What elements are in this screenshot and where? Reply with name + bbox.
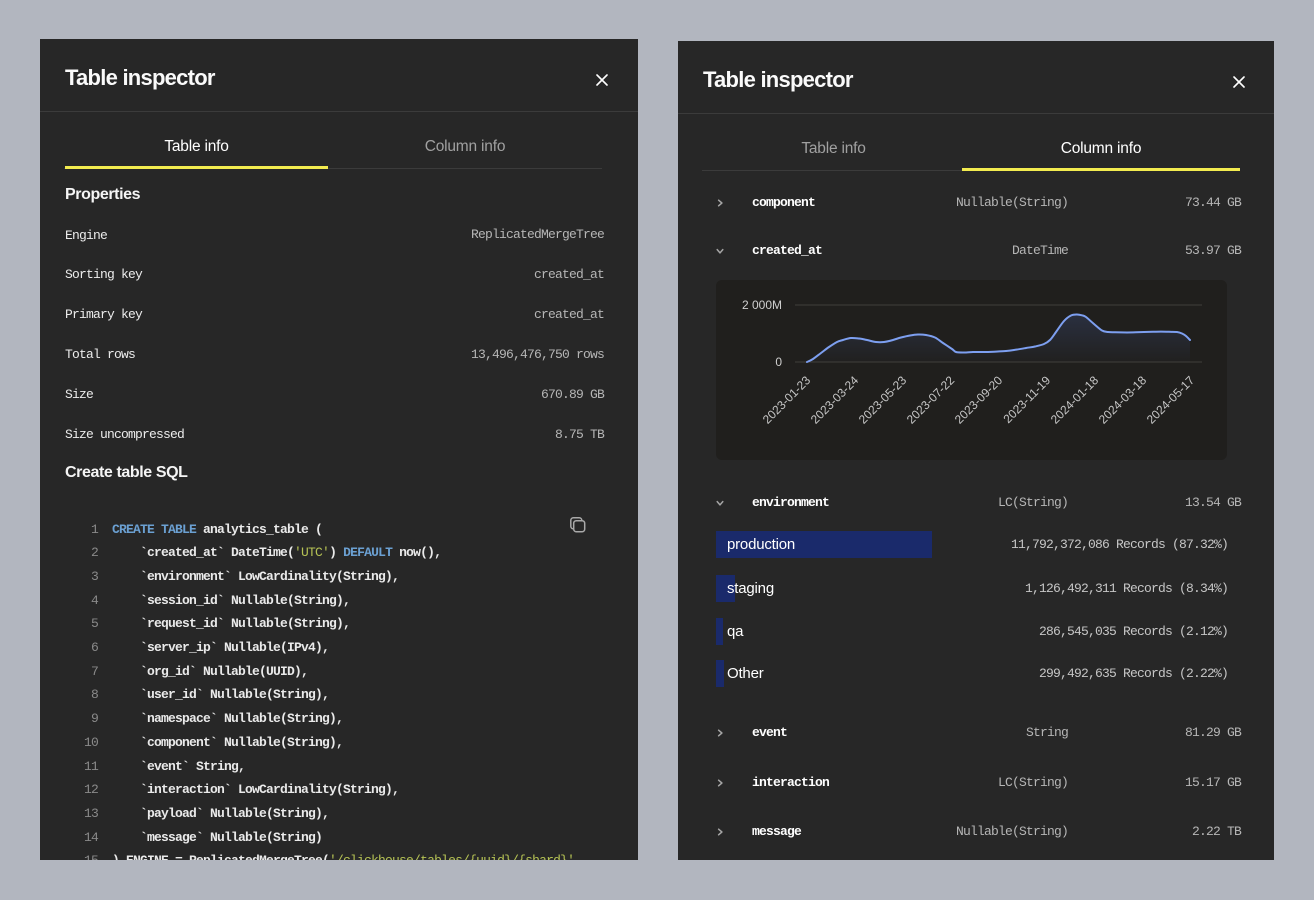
svg-text:2023-11-19: 2023-11-19 [1001, 373, 1054, 426]
svg-text:0: 0 [775, 355, 782, 369]
svg-text:2023-07-22: 2023-07-22 [904, 373, 958, 427]
svg-text:2024-01-18: 2024-01-18 [1048, 373, 1102, 427]
svg-text:2024-03-18: 2024-03-18 [1096, 373, 1150, 427]
svg-text:2 000M: 2 000M [742, 298, 782, 312]
svg-text:2023-01-23: 2023-01-23 [760, 373, 814, 427]
svg-text:2023-09-20: 2023-09-20 [952, 373, 1006, 427]
svg-text:2023-03-24: 2023-03-24 [808, 373, 862, 427]
svg-text:2024-05-17: 2024-05-17 [1144, 373, 1198, 427]
svg-text:2023-05-23: 2023-05-23 [856, 373, 910, 427]
